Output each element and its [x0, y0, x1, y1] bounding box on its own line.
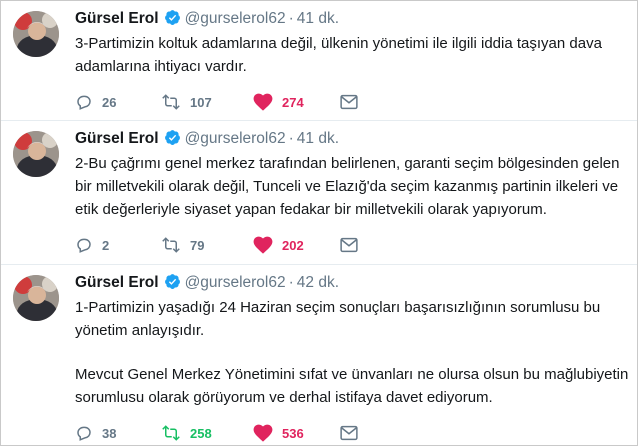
retweet-count: 107	[190, 94, 212, 110]
direct-message-icon	[340, 237, 358, 253]
like-button[interactable]: 536	[253, 423, 304, 443]
separator-dot: ·	[288, 274, 294, 291]
heart-icon	[253, 236, 273, 254]
heart-icon	[253, 424, 273, 442]
reply-button[interactable]: 26	[75, 92, 116, 112]
verified-badge-icon	[164, 10, 180, 25]
tweet-paragraph: 1-Partimizin yaşadığı 24 Haziran seçim s…	[75, 299, 601, 339]
reply-icon	[77, 95, 91, 110]
reply-icon	[77, 426, 91, 441]
like-button[interactable]: 202	[253, 235, 304, 255]
retweet-count: 79	[190, 237, 205, 253]
retweet-button[interactable]: 107	[161, 92, 212, 112]
like-count: 536	[282, 425, 304, 441]
tweet[interactable]: Gürsel Erol @gurselerol62 · 42 dk. 1-Partim…	[1, 265, 637, 445]
tweet-feed: Gürsel Erol @gurselerol62 · 41 dk. 3-Partim…	[0, 0, 638, 446]
direct-message-button[interactable]	[340, 423, 358, 443]
separator-dot: ·	[288, 130, 294, 147]
tweet-header: Gürsel Erol @gurselerol62 · 41 dk.	[75, 129, 339, 149]
retweet-icon	[162, 94, 180, 110]
retweet-button[interactable]: 79	[161, 235, 204, 255]
like-count: 274	[282, 94, 304, 110]
avatar[interactable]	[13, 11, 59, 57]
avatar[interactable]	[13, 275, 59, 321]
reply-count: 38	[102, 425, 117, 441]
direct-message-icon	[340, 94, 358, 110]
verified-badge-icon	[164, 130, 180, 145]
user-handle[interactable]: @gurselerol62	[185, 10, 286, 27]
reply-button[interactable]: 38	[75, 423, 116, 443]
avatar[interactable]	[13, 131, 59, 177]
tweet-actions: 38 258 536	[75, 423, 375, 443]
timestamp[interactable]: 41 dk.	[297, 10, 339, 27]
direct-message-button[interactable]	[340, 235, 358, 255]
tweet-paragraph: 3-Partimizin koltuk adamlarına değil, ül…	[75, 35, 602, 75]
separator-dot: ·	[288, 10, 294, 27]
verified-badge-icon	[164, 274, 180, 289]
tweet-text: 1-Partimizin yaşadığı 24 Haziran seçim s…	[75, 296, 630, 409]
tweet-text: 3-Partimizin koltuk adamlarına değil, ül…	[75, 32, 630, 78]
retweet-count: 258	[190, 425, 212, 441]
display-name[interactable]: Gürsel Erol	[75, 130, 159, 147]
reply-count: 2	[102, 237, 110, 253]
direct-message-button[interactable]	[340, 92, 358, 112]
display-name[interactable]: Gürsel Erol	[75, 10, 159, 27]
tweet[interactable]: Gürsel Erol @gurselerol62 · 41 dk. 3-Partim…	[1, 1, 637, 121]
reply-icon	[77, 238, 91, 253]
tweet-paragraph: Mevcut Genel Merkez Yönetimini sıfat ve …	[75, 366, 629, 406]
retweet-icon	[162, 237, 180, 253]
tweet-actions: 2 79 202	[75, 235, 375, 255]
reply-count: 26	[102, 94, 117, 110]
display-name[interactable]: Gürsel Erol	[75, 274, 159, 291]
heart-icon	[253, 93, 273, 111]
user-handle[interactable]: @gurselerol62	[185, 274, 286, 291]
timestamp[interactable]: 42 dk.	[297, 274, 339, 291]
tweet-paragraph: 2-Bu çağrımı genel merkez tarafından bel…	[75, 155, 620, 218]
retweet-icon	[162, 425, 180, 441]
tweet-text: 2-Bu çağrımı genel merkez tarafından bel…	[75, 152, 630, 221]
retweet-button[interactable]: 258	[161, 423, 212, 443]
tweet-header: Gürsel Erol @gurselerol62 · 41 dk.	[75, 9, 339, 29]
tweet-header: Gürsel Erol @gurselerol62 · 42 dk.	[75, 273, 339, 293]
like-button[interactable]: 274	[253, 92, 304, 112]
tweet-actions: 26 107 274	[75, 92, 375, 112]
tweet[interactable]: Gürsel Erol @gurselerol62 · 41 dk. 2-Bu çağ…	[1, 121, 637, 265]
reply-button[interactable]: 2	[75, 235, 109, 255]
direct-message-icon	[340, 425, 358, 441]
like-count: 202	[282, 237, 304, 253]
user-handle[interactable]: @gurselerol62	[185, 130, 286, 147]
timestamp[interactable]: 41 dk.	[297, 130, 339, 147]
